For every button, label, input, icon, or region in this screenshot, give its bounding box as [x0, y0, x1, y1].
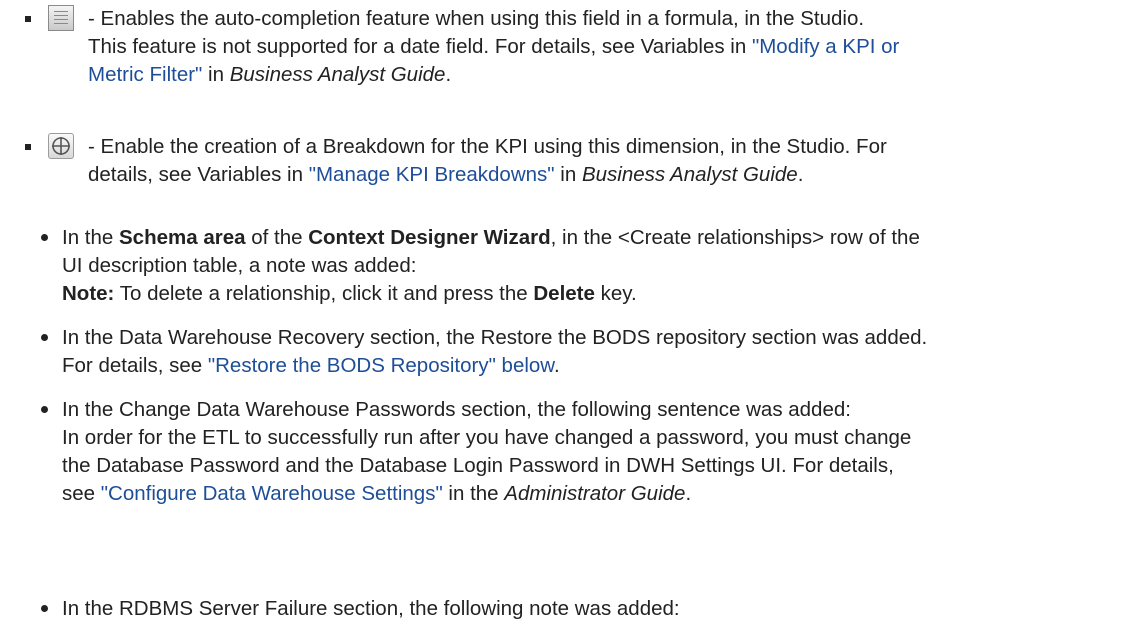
item-text: in — [554, 163, 582, 186]
item-text: of the — [245, 226, 309, 249]
round-bullet — [41, 334, 48, 341]
item-text: - Enables the auto-completion feature wh… — [88, 7, 865, 30]
guide-name: Business Analyst Guide — [581, 163, 798, 186]
list-item: In the RDBMS Server Failure section, the… — [41, 595, 1112, 623]
list-item: In the Change Data Warehouse Passwords s… — [41, 396, 1112, 508]
item-text: key. — [594, 282, 637, 305]
item-text: details, see Variables in — [88, 163, 309, 186]
item-text: In order for the ETL to successfully run… — [62, 426, 912, 449]
auto-completion-icon — [48, 5, 74, 31]
item-text: In the Change Data Warehouse Passwords s… — [62, 398, 851, 421]
restore-bods-link[interactable]: "Restore the BODS Repository" below — [208, 354, 554, 377]
guide-name: Administrator Guide — [504, 482, 686, 505]
round-bullet — [41, 234, 48, 241]
item-text: . — [553, 354, 560, 377]
item-line: UI description table, a note was added: — [62, 252, 1112, 280]
guide-name: Business Analyst Guide — [229, 63, 446, 86]
item-text: . — [685, 482, 692, 505]
item-text: see — [62, 482, 101, 505]
item-line: see "Configure Data Warehouse Settings" … — [62, 480, 1112, 508]
bold-term: Schema area — [119, 226, 246, 249]
square-bullet — [25, 16, 31, 22]
configure-dwh-link[interactable]: "Configure Data Warehouse Settings" — [101, 482, 443, 505]
item-text: - Enable the creation of a Breakdown for… — [88, 135, 887, 158]
item-text: UI description table, a note was added: — [62, 254, 417, 277]
note-label: Note: — [62, 282, 115, 305]
item-text: For details, see — [62, 354, 208, 377]
square-bullet — [25, 144, 31, 150]
item-text: To delete a relationship, click it and p… — [114, 282, 534, 305]
item-text: In the Data Warehouse Recovery section, … — [62, 326, 928, 349]
item-line: details, see Variables in "Manage KPI Br… — [88, 161, 1098, 189]
item-text: , in the <Create relationships> row of t… — [550, 226, 920, 249]
bold-term: Delete — [533, 282, 595, 305]
item-line: This feature is not supported for a date… — [88, 33, 1098, 61]
item-line: In order for the ETL to successfully run… — [62, 424, 1112, 452]
item-text: . — [797, 163, 804, 186]
item-line: - Enable the creation of a Breakdown for… — [88, 133, 1098, 161]
item-line: Metric Filter" in Business Analyst Guide… — [88, 61, 1098, 89]
item-text: in the — [442, 482, 505, 505]
modify-kpi-link[interactable]: "Modify a KPI or — [752, 35, 899, 58]
item-text: in — [202, 63, 230, 86]
round-bullet — [41, 605, 48, 612]
item-text: . — [445, 63, 452, 86]
item-line: the Database Password and the Database L… — [62, 452, 1112, 480]
list-item: In the Schema area of the Context Design… — [41, 224, 1112, 308]
item-line: For details, see "Restore the BODS Repos… — [62, 352, 1112, 380]
manage-breakdowns-link[interactable]: "Manage KPI Breakdowns" — [309, 163, 555, 186]
item-text: This feature is not supported for a date… — [88, 35, 752, 58]
item-line: - Enables the auto-completion feature wh… — [88, 5, 1098, 33]
item-text: the Database Password and the Database L… — [62, 454, 894, 477]
item-line: In the Schema area of the Context Design… — [62, 224, 1112, 252]
document-page: - Enables the auto-completion feature wh… — [0, 0, 1135, 627]
breakdown-icon — [48, 133, 74, 159]
round-bullet — [41, 406, 48, 413]
note-line: Note: To delete a relationship, click it… — [62, 280, 1112, 308]
item-text: In the RDBMS Server Failure section, the… — [62, 597, 680, 620]
modify-kpi-link-cont[interactable]: Metric Filter" — [88, 63, 202, 86]
list-item: In the Data Warehouse Recovery section, … — [41, 324, 1112, 380]
item-line: In the Change Data Warehouse Passwords s… — [62, 396, 1112, 424]
list-item: - Enables the auto-completion feature wh… — [25, 5, 1098, 89]
item-line: In the Data Warehouse Recovery section, … — [62, 324, 1112, 352]
bold-term: Context Designer Wizard — [308, 226, 551, 249]
item-text: In the — [62, 226, 119, 249]
list-item: - Enable the creation of a Breakdown for… — [25, 133, 1098, 189]
item-line: In the RDBMS Server Failure section, the… — [62, 595, 1112, 623]
